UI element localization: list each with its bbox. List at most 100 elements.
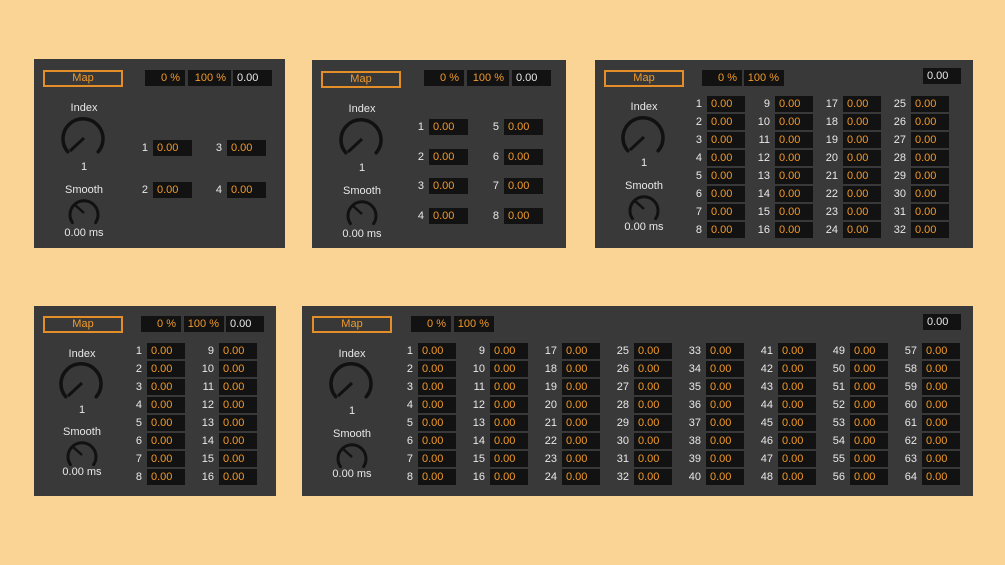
slot-value-field[interactable]: 0.00 (706, 361, 744, 377)
smooth-knob[interactable] (345, 197, 379, 231)
slot-value-field[interactable]: 0.00 (775, 150, 813, 166)
slot-value-field[interactable]: 0.00 (490, 433, 528, 449)
index-knob[interactable] (59, 360, 105, 406)
slot-value-field[interactable]: 0.00 (778, 433, 816, 449)
slot-value-field[interactable]: 0.00 (775, 222, 813, 238)
slot-value-field[interactable]: 0.00 (775, 96, 813, 112)
slot-value-field[interactable]: 0.00 (219, 469, 257, 485)
slot-value-field[interactable]: 0.00 (634, 397, 672, 413)
max-percent-field[interactable]: 100 % (184, 316, 224, 332)
slot-value-field[interactable]: 0.00 (778, 415, 816, 431)
slot-value-field[interactable]: 0.00 (147, 433, 185, 449)
slot-value-field[interactable]: 0.00 (922, 397, 960, 413)
min-percent-field[interactable]: 0 % (145, 70, 185, 86)
slot-value-field[interactable]: 0.00 (219, 451, 257, 467)
slot-value-field[interactable]: 0.00 (922, 415, 960, 431)
max-percent-field[interactable]: 100 % (454, 316, 494, 332)
slot-value-field[interactable]: 0.00 (922, 451, 960, 467)
slot-value-field[interactable]: 0.00 (490, 451, 528, 467)
slot-value-field[interactable]: 0.00 (429, 119, 468, 135)
slot-value-field[interactable]: 0.00 (706, 433, 744, 449)
slot-value-field[interactable]: 0.00 (911, 150, 949, 166)
slot-value-field[interactable]: 0.00 (778, 469, 816, 485)
slot-value-field[interactable]: 0.00 (504, 119, 543, 135)
slot-value-field[interactable]: 0.00 (706, 451, 744, 467)
min-percent-field[interactable]: 0 % (411, 316, 451, 332)
slot-value-field[interactable]: 0.00 (850, 433, 888, 449)
slot-value-field[interactable]: 0.00 (843, 168, 881, 184)
slot-value-field[interactable]: 0.00 (490, 379, 528, 395)
min-percent-field[interactable]: 0 % (141, 316, 181, 332)
slot-value-field[interactable]: 0.00 (418, 397, 456, 413)
slot-value-field[interactable]: 0.00 (562, 361, 600, 377)
slot-value-field[interactable]: 0.00 (634, 451, 672, 467)
slot-value-field[interactable]: 0.00 (778, 343, 816, 359)
slot-value-field[interactable]: 0.00 (843, 132, 881, 148)
slot-value-field[interactable]: 0.00 (775, 168, 813, 184)
index-knob[interactable] (329, 360, 375, 406)
slot-value-field[interactable]: 0.00 (707, 132, 745, 148)
slot-value-field[interactable]: 0.00 (707, 150, 745, 166)
slot-value-field[interactable]: 0.00 (227, 182, 266, 198)
slot-value-field[interactable]: 0.00 (147, 361, 185, 377)
slot-value-field[interactable]: 0.00 (490, 415, 528, 431)
slot-value-field[interactable]: 0.00 (707, 204, 745, 220)
max-percent-field[interactable]: 100 % (467, 70, 509, 86)
slot-value-field[interactable]: 0.00 (634, 343, 672, 359)
slot-value-field[interactable]: 0.00 (843, 114, 881, 130)
slot-value-field[interactable]: 0.00 (843, 150, 881, 166)
slot-value-field[interactable]: 0.00 (219, 343, 257, 359)
slot-value-field[interactable]: 0.00 (707, 168, 745, 184)
slot-value-field[interactable]: 0.00 (843, 96, 881, 112)
slot-value-field[interactable]: 0.00 (153, 182, 192, 198)
slot-value-field[interactable]: 0.00 (911, 96, 949, 112)
slot-value-field[interactable]: 0.00 (219, 415, 257, 431)
slot-value-field[interactable]: 0.00 (778, 361, 816, 377)
slot-value-field[interactable]: 0.00 (562, 397, 600, 413)
slot-value-field[interactable]: 0.00 (707, 186, 745, 202)
slot-value-field[interactable]: 0.00 (911, 222, 949, 238)
slot-value-field[interactable]: 0.00 (911, 186, 949, 202)
slot-value-field[interactable]: 0.00 (850, 415, 888, 431)
slot-value-field[interactable]: 0.00 (429, 207, 468, 224)
slot-value-field[interactable]: 0.00 (843, 186, 881, 202)
smooth-knob[interactable] (67, 196, 101, 230)
slot-value-field[interactable]: 0.00 (147, 343, 185, 359)
slot-value-field[interactable]: 0.00 (778, 397, 816, 413)
slot-value-field[interactable]: 0.00 (706, 397, 744, 413)
slot-value-field[interactable]: 0.00 (147, 379, 185, 395)
slot-value-field[interactable]: 0.00 (922, 433, 960, 449)
slot-value-field[interactable]: 0.00 (418, 343, 456, 359)
slot-value-field[interactable]: 0.00 (634, 469, 672, 485)
min-percent-field[interactable]: 0 % (702, 70, 742, 86)
slot-value-field[interactable]: 0.00 (147, 415, 185, 431)
slot-value-field[interactable]: 0.00 (707, 96, 745, 112)
slot-value-field[interactable]: 0.00 (775, 132, 813, 148)
index-knob[interactable] (621, 114, 667, 160)
slot-value-field[interactable]: 0.00 (418, 361, 456, 377)
index-knob[interactable] (61, 115, 107, 161)
slot-value-field[interactable]: 0.00 (775, 204, 813, 220)
slot-value-field[interactable]: 0.00 (562, 433, 600, 449)
slot-value-field[interactable]: 0.00 (504, 148, 543, 165)
max-percent-field[interactable]: 100 % (744, 70, 784, 86)
slot-value-field[interactable]: 0.00 (706, 469, 744, 485)
map-button[interactable]: Map (312, 316, 392, 333)
slot-value-field[interactable]: 0.00 (490, 361, 528, 377)
slot-value-field[interactable]: 0.00 (504, 207, 543, 224)
slot-value-field[interactable]: 0.00 (147, 469, 185, 485)
slot-value-field[interactable]: 0.00 (219, 361, 257, 377)
slot-value-field[interactable]: 0.00 (562, 379, 600, 395)
slot-value-field[interactable]: 0.00 (490, 397, 528, 413)
slot-value-field[interactable]: 0.00 (429, 178, 468, 194)
max-percent-field[interactable]: 100 % (188, 70, 231, 86)
slot-value-field[interactable]: 0.00 (219, 379, 257, 395)
slot-value-field[interactable]: 0.00 (850, 379, 888, 395)
slot-value-field[interactable]: 0.00 (490, 343, 528, 359)
slot-value-field[interactable]: 0.00 (911, 114, 949, 130)
slot-value-field[interactable]: 0.00 (778, 451, 816, 467)
slot-value-field[interactable]: 0.00 (922, 379, 960, 395)
slot-value-field[interactable]: 0.00 (490, 469, 528, 485)
index-knob[interactable] (339, 116, 385, 162)
slot-value-field[interactable]: 0.00 (706, 379, 744, 395)
